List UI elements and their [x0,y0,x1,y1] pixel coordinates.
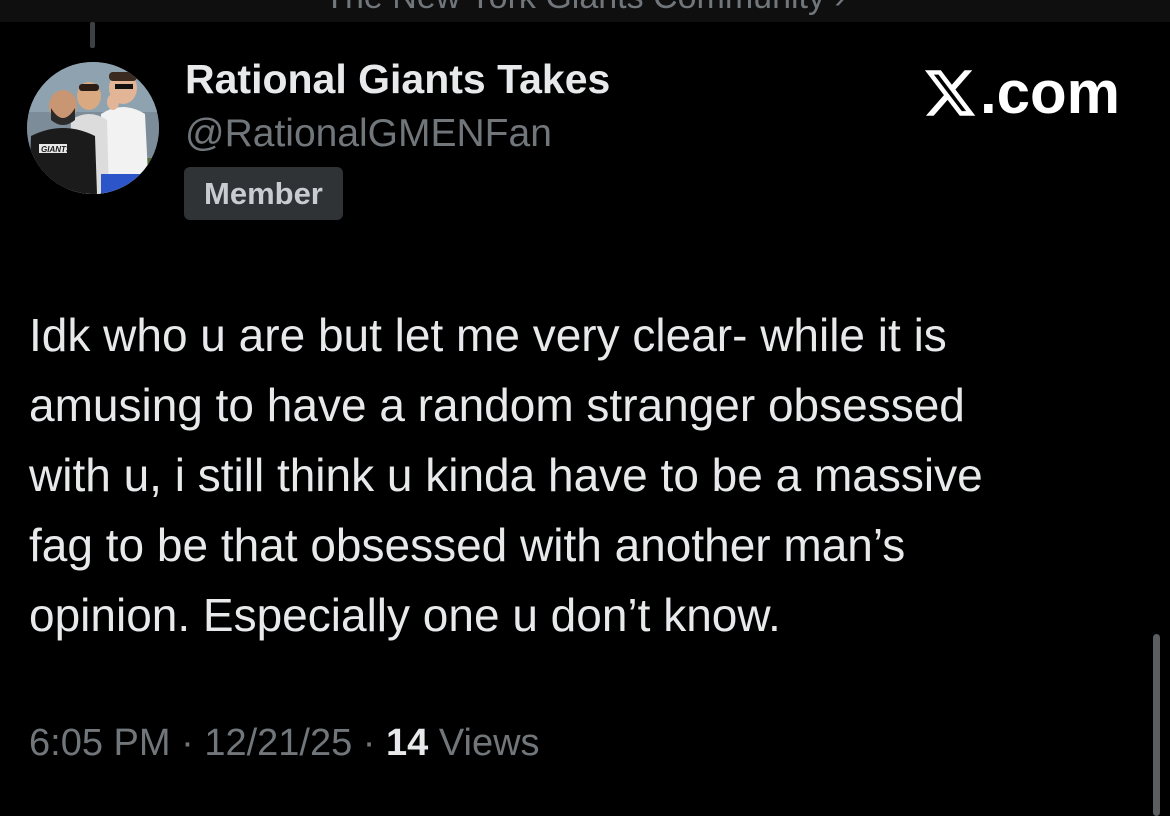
meta-separator: · [170,722,205,764]
tweet-line: amusing to have a random stranger obsess… [29,379,965,431]
tweet-time[interactable]: 6:05 PM [29,722,171,764]
community-header[interactable]: The New York Giants Community › [0,0,1170,22]
tweet-line: Idk who u are but let me very clear- whi… [29,309,947,361]
x-logo-icon [924,69,976,116]
member-badge: Member [184,167,343,220]
scrollbar[interactable] [1153,634,1160,816]
tweet-line: opinion. Especially one u don’t know. [29,589,781,641]
avatar[interactable]: GIANTS [27,62,159,194]
tweet-meta: 6:05 PM · 12/21/25 · 14 Views [29,722,540,765]
thread-connector-line [90,22,95,48]
tweet-line: with u, i still think u kinda have to be… [29,449,983,501]
views-count[interactable]: 14 [386,722,428,764]
views-label[interactable]: Views [428,722,540,764]
author-handle[interactable]: @RationalGMENFan [185,112,552,156]
community-label[interactable]: The New York Giants Community › [0,0,1170,17]
avatar-photo-icon: GIANTS [27,62,159,194]
tweet-date[interactable]: 12/21/25 [204,722,352,764]
x-com-watermark: .com [922,58,1120,127]
tweet-line: fag to be that obsessed with another man… [29,519,906,571]
author-display-name[interactable]: Rational Giants Takes [185,56,610,103]
tweet-text: Idk who u are but let me very clear- whi… [29,300,1129,650]
watermark-text: .com [979,59,1120,126]
avatar-shirt-logo-icon: GIANTS [41,145,72,154]
meta-separator: · [352,722,387,764]
